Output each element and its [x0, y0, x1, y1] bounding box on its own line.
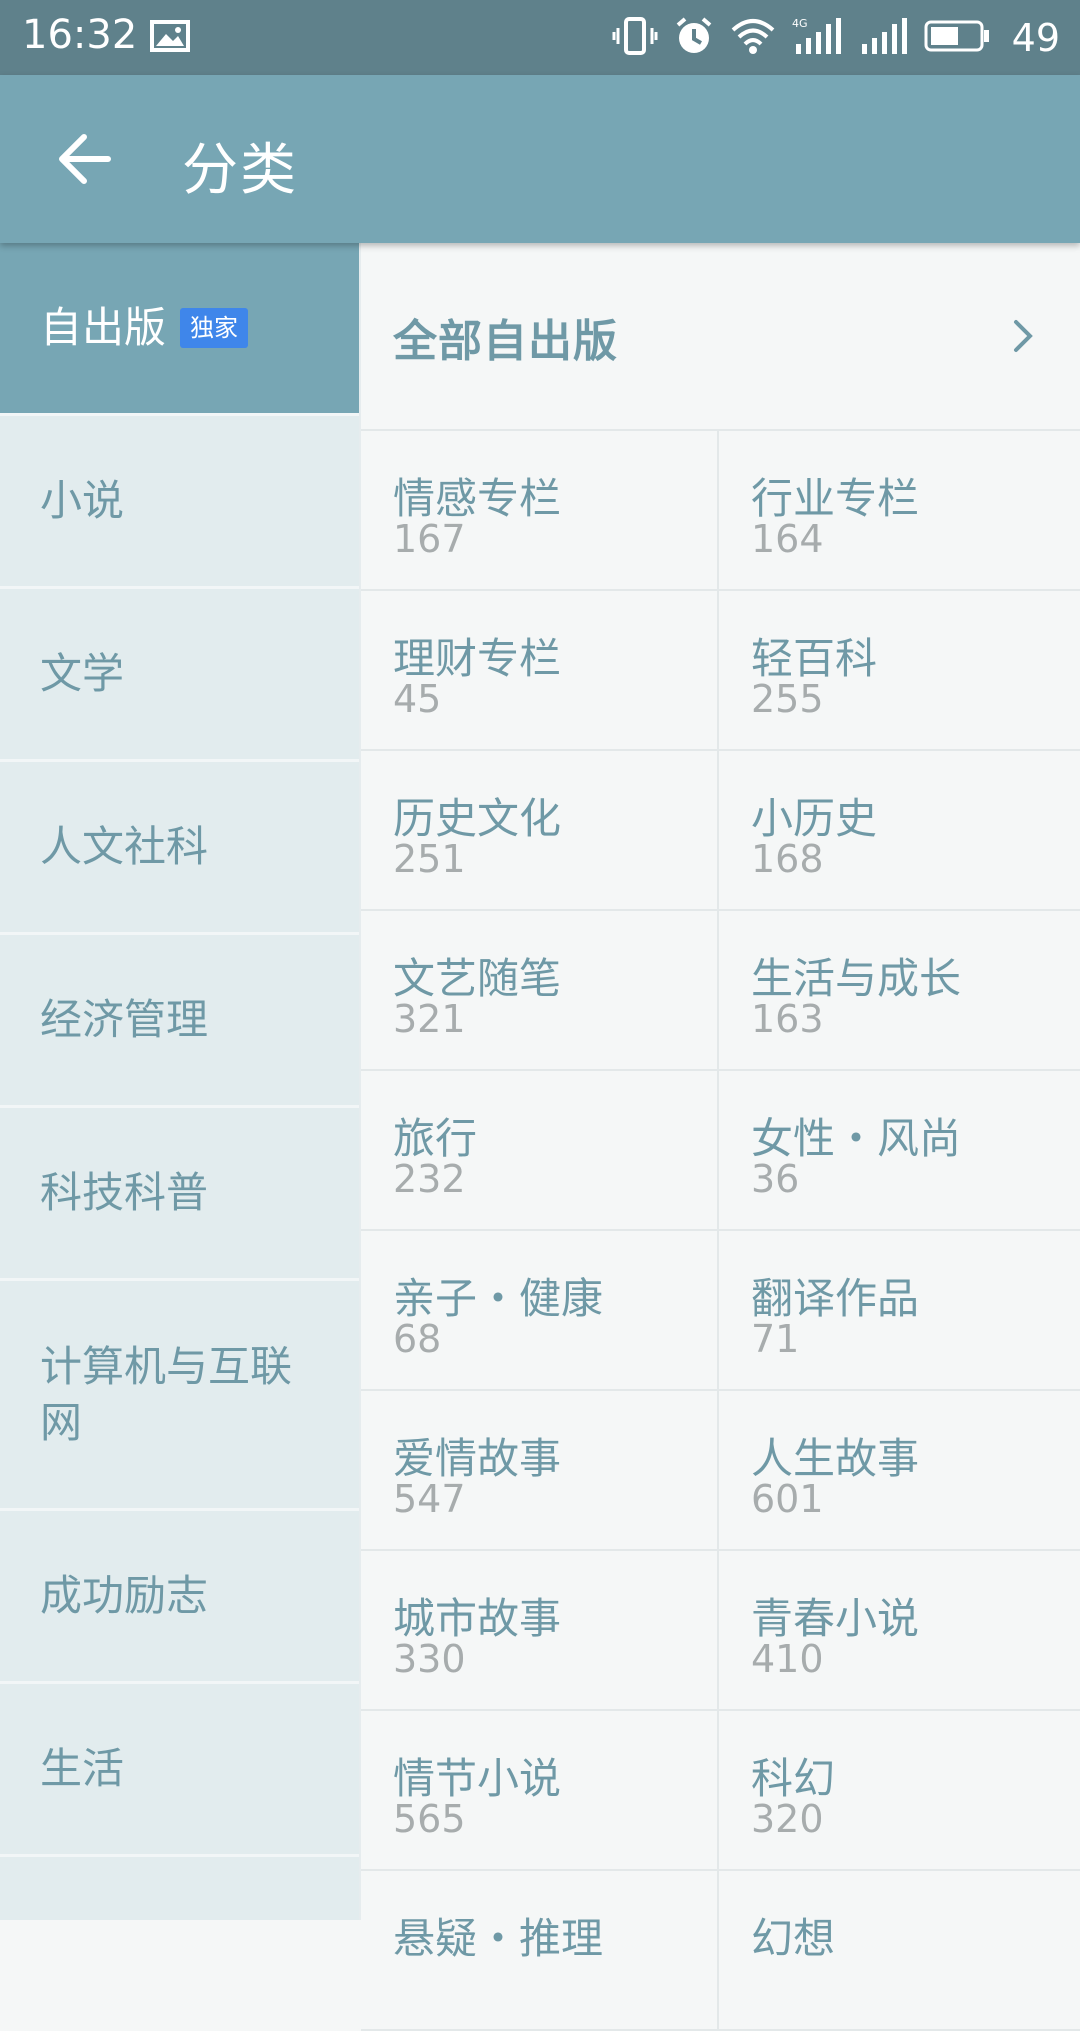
signal-icon	[858, 16, 908, 60]
sidebar-item-self-publish[interactable]: 自出版 独家	[0, 243, 359, 416]
subcategory-cell[interactable]: 科幻 320	[719, 1711, 1077, 1869]
vibrate-icon	[612, 16, 658, 60]
sidebar-item-label: 小说	[40, 476, 125, 525]
sidebar-item-literature[interactable]: 文学	[0, 589, 359, 762]
subcategory-grid: 情感专栏 167 行业专栏 164 理财专栏 45 轻百科 255 历史文化 251 小历…	[361, 429, 1080, 2031]
sidebar-item-success[interactable]: 成功励志	[0, 1511, 359, 1684]
grid-row: 城市故事 330 青春小说 410	[361, 1551, 1080, 1711]
sidebar-item-life[interactable]: 生活	[0, 1684, 359, 1857]
grid-row: 文艺随笔 321 生活与成长 163	[361, 911, 1080, 1071]
sidebar-item-humanities[interactable]: 人文社科	[0, 762, 359, 935]
subcategory-count: 320	[751, 1797, 824, 1841]
signal-4g-icon: 4G	[792, 16, 842, 60]
subcategory-count: 232	[393, 1157, 466, 1201]
status-time: 16:32	[22, 12, 138, 58]
subcategory-count: 68	[393, 1317, 442, 1361]
all-self-publish-link[interactable]: 全部自出版	[361, 243, 1080, 429]
grid-row: 历史文化 251 小历史 168	[361, 751, 1080, 911]
grid-row: 情感专栏 167 行业专栏 164	[361, 431, 1080, 591]
category-content: 全部自出版 情感专栏 167 行业专栏 164 理财专栏 45 轻百科 255 历史文化…	[361, 243, 1080, 2031]
subcategory-cell[interactable]: 生活与成长 163	[719, 911, 1077, 1069]
subcategory-cell[interactable]: 亲子・健康 68	[361, 1231, 719, 1389]
grid-row: 爱情故事 547 人生故事 601	[361, 1391, 1080, 1551]
subcategory-count: 565	[393, 1797, 466, 1841]
subcategory-count: 45	[393, 677, 442, 721]
subcategory-cell[interactable]: 青春小说 410	[719, 1551, 1077, 1709]
subcategory-cell[interactable]: 城市故事 330	[361, 1551, 719, 1709]
svg-text:4G: 4G	[792, 17, 808, 30]
chevron-right-icon	[1012, 318, 1036, 354]
image-icon	[150, 20, 190, 52]
subcategory-cell[interactable]: 小历史 168	[719, 751, 1077, 909]
subcategory-count: 601	[751, 1477, 824, 1521]
subcategory-count: 163	[751, 997, 824, 1041]
sidebar-item-label: 自出版	[40, 303, 167, 352]
page-title: 分类	[182, 138, 298, 203]
sidebar-item-science[interactable]: 科技科普	[0, 1108, 359, 1281]
subcategory-cell[interactable]: 爱情故事 547	[361, 1391, 719, 1549]
sidebar-item-economics[interactable]: 经济管理	[0, 935, 359, 1108]
grid-row: 情节小说 565 科幻 320	[361, 1711, 1080, 1871]
subcategory-cell[interactable]: 女性・风尚 36	[719, 1071, 1077, 1229]
sidebar-item-computers[interactable]: 计算机与互联网	[0, 1281, 359, 1511]
exclusive-badge: 独家	[180, 308, 249, 348]
subcategory-cell[interactable]: 旅行 232	[361, 1071, 719, 1229]
subcategory-count: 410	[751, 1637, 824, 1681]
grid-row: 亲子・健康 68 翻译作品 71	[361, 1231, 1080, 1391]
status-icons: 4G 49	[612, 14, 1060, 62]
sidebar-item-fiction[interactable]: 小说	[0, 416, 359, 589]
grid-row: 旅行 232 女性・风尚 36	[361, 1071, 1080, 1231]
subcategory-count: 547	[393, 1477, 466, 1521]
subcategory-cell[interactable]: 理财专栏 45	[361, 591, 719, 749]
subcategory-cell[interactable]: 情节小说 565	[361, 1711, 719, 1869]
subcategory-count: 71	[751, 1317, 800, 1361]
subcategory-count: 251	[393, 837, 466, 881]
subcategory-count: 330	[393, 1637, 466, 1681]
subcategory-cell[interactable]: 轻百科 255	[719, 591, 1077, 749]
battery-level: 49	[1011, 16, 1060, 60]
app-bar: 分类	[0, 75, 1080, 243]
subcategory-cell[interactable]: 历史文化 251	[361, 751, 719, 909]
subcategory-cell[interactable]: 悬疑・推理	[361, 1871, 719, 2029]
sidebar-item-label: 科技科普	[40, 1168, 209, 1217]
subcategory-cell[interactable]: 行业专栏 164	[719, 431, 1077, 589]
subcategory-cell[interactable]: 人生故事 601	[719, 1391, 1077, 1549]
section-title: 全部自出版	[393, 316, 618, 367]
sidebar-item-label: 文学	[40, 649, 125, 698]
subcategory-name: 幻想	[751, 1914, 836, 1963]
sidebar-item-label: 人文社科	[40, 822, 209, 871]
subcategory-name: 悬疑・推理	[393, 1914, 604, 1963]
sidebar-item-label: 计算机与互联网	[40, 1341, 293, 1447]
wifi-icon	[730, 16, 776, 60]
grid-row: 悬疑・推理 幻想	[361, 1871, 1080, 2031]
battery-icon	[924, 19, 990, 57]
subcategory-count: 164	[751, 517, 824, 561]
status-bar: 16:32 4G 49	[0, 0, 1080, 75]
subcategory-cell[interactable]: 文艺随笔 321	[361, 911, 719, 1069]
subcategory-cell[interactable]: 情感专栏 167	[361, 431, 719, 589]
sidebar-item-label: 生活	[40, 1744, 125, 1793]
grid-row: 理财专栏 45 轻百科 255	[361, 591, 1080, 751]
subcategory-cell[interactable]: 翻译作品 71	[719, 1231, 1077, 1389]
sidebar-item-label: 经济管理	[40, 995, 209, 1044]
category-sidebar: 自出版 独家 小说 文学 人文社科 经济管理 科技科普 计算机与互联网 成功励志…	[0, 243, 359, 1920]
alarm-icon	[674, 16, 714, 60]
subcategory-count: 36	[751, 1157, 800, 1201]
subcategory-cell[interactable]: 幻想	[719, 1871, 1077, 2029]
subcategory-count: 321	[393, 997, 466, 1041]
subcategory-count: 168	[751, 837, 824, 881]
subcategory-count: 167	[393, 517, 466, 561]
arrow-left-icon[interactable]	[56, 133, 112, 185]
sidebar-item-label: 成功励志	[40, 1571, 209, 1620]
subcategory-count: 255	[751, 677, 824, 721]
